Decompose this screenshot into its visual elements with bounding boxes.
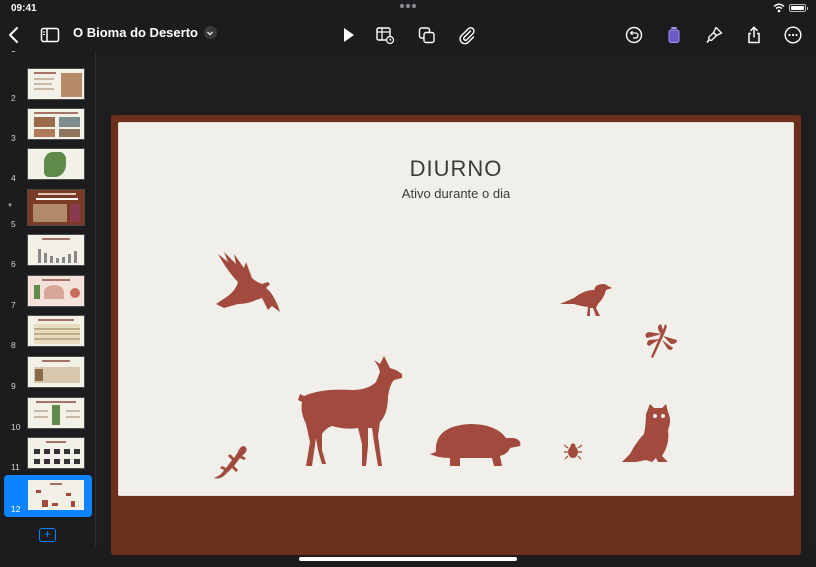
paintbrush-icon	[706, 26, 723, 43]
crow-icon[interactable]	[560, 280, 612, 318]
keynote-app: 09:41 O Bioma do Deserto 2 3 4 ▼ 5 6 7 8…	[0, 0, 816, 567]
deer-icon[interactable]	[292, 356, 417, 468]
play-icon	[344, 28, 354, 42]
sidebar-icon	[40, 27, 60, 43]
dragonfly-icon[interactable]	[643, 322, 677, 360]
owl-icon[interactable]	[622, 402, 674, 464]
eagle-icon[interactable]	[214, 248, 282, 314]
chevron-left-icon	[9, 27, 18, 43]
multitasking-dots-icon[interactable]	[400, 4, 416, 8]
insert-table-button[interactable]	[373, 23, 397, 47]
beetle-icon[interactable]	[563, 442, 583, 460]
share-button[interactable]	[742, 23, 766, 47]
status-bar: 09:41	[0, 0, 816, 18]
undo-button[interactable]	[622, 23, 646, 47]
tortoise-icon[interactable]	[430, 422, 522, 468]
paperclip-icon	[459, 27, 475, 45]
table-icon	[376, 27, 395, 45]
wifi-icon	[773, 3, 785, 13]
ellipsis-circle-icon	[784, 26, 802, 44]
status-time: 09:41	[11, 3, 37, 14]
slide-subtitle[interactable]: Ativo durante o dia	[118, 186, 794, 201]
insert-shape-button[interactable]	[415, 23, 439, 47]
shapes-icon	[418, 27, 435, 44]
group-disclosure-icon[interactable]: ▼	[7, 203, 13, 209]
share-icon	[748, 26, 760, 44]
current-slide[interactable]: DIURNO Ativo durante o dia	[118, 122, 794, 496]
plus-icon: +	[43, 527, 51, 541]
back-button[interactable]	[2, 23, 26, 47]
toolbar: O Bioma do Deserto	[0, 18, 816, 51]
document-title: O Bioma do Deserto	[73, 25, 198, 40]
undo-icon	[625, 26, 643, 44]
slide-title[interactable]: DIURNO	[118, 156, 794, 182]
format-button[interactable]	[662, 23, 686, 47]
chevron-down-icon	[203, 26, 217, 39]
slide-canvas[interactable]: DIURNO Ativo durante o dia	[97, 51, 816, 555]
insert-media-button[interactable]	[455, 23, 479, 47]
battery-icon	[789, 4, 808, 12]
slide-frame: DIURNO Ativo durante o dia	[111, 115, 801, 555]
play-button[interactable]	[336, 23, 360, 47]
format-brush-icon	[668, 27, 680, 43]
lizard-icon[interactable]	[212, 444, 248, 482]
more-button[interactable]	[781, 23, 805, 47]
add-slide-button[interactable]: +	[39, 528, 56, 542]
document-title-menu[interactable]: O Bioma do Deserto	[73, 25, 217, 40]
slide-navigator: 1 2 3 4 ▼ 5 6 7 8	[0, 51, 96, 547]
animate-button[interactable]	[702, 23, 726, 47]
home-indicator[interactable]	[299, 557, 517, 561]
sidebar-toggle-button[interactable]	[38, 23, 62, 47]
